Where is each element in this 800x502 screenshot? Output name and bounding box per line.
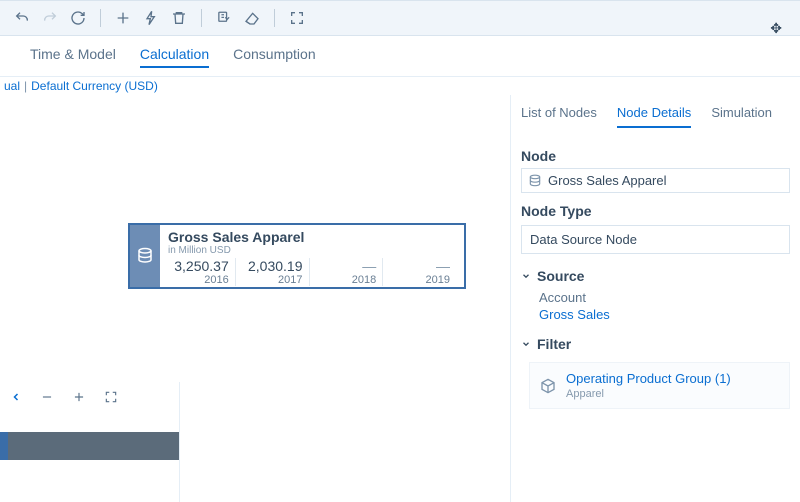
node-name-value: Gross Sales Apparel xyxy=(548,173,667,188)
node-section-label: Node xyxy=(521,148,790,164)
node-card[interactable]: Gross Sales Apparel in Million USD 3,250… xyxy=(128,223,466,289)
workspace-tabs: Time & Model Calculation Consumption xyxy=(0,36,800,77)
node-type-label: Node Type xyxy=(521,203,790,219)
node-card-handle[interactable] xyxy=(130,225,160,287)
chevron-down-icon xyxy=(521,271,531,281)
fullscreen-button[interactable] xyxy=(104,390,118,404)
node-card-values: 3,250.372016 2,030.192017 —2018 —2019 xyxy=(168,258,456,286)
zoom-out-button[interactable] xyxy=(40,390,54,404)
separator xyxy=(201,9,202,27)
tab-simulation[interactable]: Simulation xyxy=(711,105,772,128)
database-icon xyxy=(528,174,542,188)
node-value: 3,250.37 xyxy=(168,258,229,274)
node-year: 2016 xyxy=(168,274,229,286)
breadcrumb-separator: | xyxy=(24,79,27,93)
main-area: Gross Sales Apparel in Million USD 3,250… xyxy=(0,95,800,502)
delete-button[interactable] xyxy=(165,4,193,32)
collapse-button[interactable] xyxy=(10,391,22,403)
account-link[interactable]: Gross Sales xyxy=(539,307,790,322)
source-section-body: Account Gross Sales xyxy=(521,284,790,322)
account-label: Account xyxy=(539,290,790,305)
eraser-button[interactable] xyxy=(238,4,266,32)
node-card-title: Gross Sales Apparel xyxy=(168,229,456,245)
undo-button[interactable] xyxy=(8,4,36,32)
filter-item[interactable]: Operating Product Group (1) Apparel xyxy=(529,362,790,409)
cube-icon xyxy=(540,378,556,394)
database-icon xyxy=(136,247,154,265)
tab-list-of-nodes[interactable]: List of Nodes xyxy=(521,105,597,128)
tab-calculation[interactable]: Calculation xyxy=(140,46,209,68)
node-value: 2,030.19 xyxy=(242,258,303,274)
node-year: 2017 xyxy=(242,274,303,286)
node-card-subtitle: in Million USD xyxy=(168,245,456,256)
node-card-body: Gross Sales Apparel in Million USD 3,250… xyxy=(160,225,464,287)
breadcrumb: ual | Default Currency (USD) xyxy=(0,77,800,95)
separator xyxy=(274,9,275,27)
node-name-field[interactable]: Gross Sales Apparel xyxy=(521,168,790,193)
minimap-chart[interactable] xyxy=(0,432,179,460)
node-year: 2019 xyxy=(389,274,450,286)
node-year: 2018 xyxy=(316,274,377,286)
redo-button[interactable] xyxy=(36,4,64,32)
node-type-field[interactable]: Data Source Node xyxy=(521,225,790,254)
filter-section-label: Filter xyxy=(537,336,571,352)
side-panel: ✥ List of Nodes Node Details Simulation … xyxy=(510,95,800,502)
add-button[interactable] xyxy=(109,4,137,32)
filter-section-header[interactable]: Filter xyxy=(521,336,790,352)
minimap-toolbar xyxy=(0,382,179,412)
tab-consumption[interactable]: Consumption xyxy=(233,46,316,68)
main-toolbar xyxy=(0,0,800,36)
node-value: — xyxy=(389,258,450,274)
filter-item-title: Operating Product Group (1) xyxy=(566,371,731,386)
minimap-bar xyxy=(0,432,179,460)
source-section-label: Source xyxy=(537,268,584,284)
breadcrumb-item[interactable]: ual xyxy=(4,79,20,93)
breadcrumb-item[interactable]: Default Currency (USD) xyxy=(31,79,158,93)
source-section-header[interactable]: Source xyxy=(521,268,790,284)
spark-button[interactable] xyxy=(137,4,165,32)
minimap-panel xyxy=(0,382,180,502)
side-panel-tabs: List of Nodes Node Details Simulation xyxy=(521,103,790,138)
separator xyxy=(100,9,101,27)
zoom-in-button[interactable] xyxy=(72,390,86,404)
refresh-button[interactable] xyxy=(64,4,92,32)
tab-node-details[interactable]: Node Details xyxy=(617,105,691,128)
minimap-viewport[interactable] xyxy=(0,432,8,460)
tab-time-model[interactable]: Time & Model xyxy=(30,46,116,68)
chevron-down-icon xyxy=(521,339,531,349)
filter-item-subtitle: Apparel xyxy=(566,388,731,400)
node-value: — xyxy=(316,258,377,274)
fit-button[interactable] xyxy=(283,4,311,32)
copy-menu-button[interactable] xyxy=(210,4,238,32)
node-canvas[interactable]: Gross Sales Apparel in Million USD 3,250… xyxy=(0,95,510,502)
